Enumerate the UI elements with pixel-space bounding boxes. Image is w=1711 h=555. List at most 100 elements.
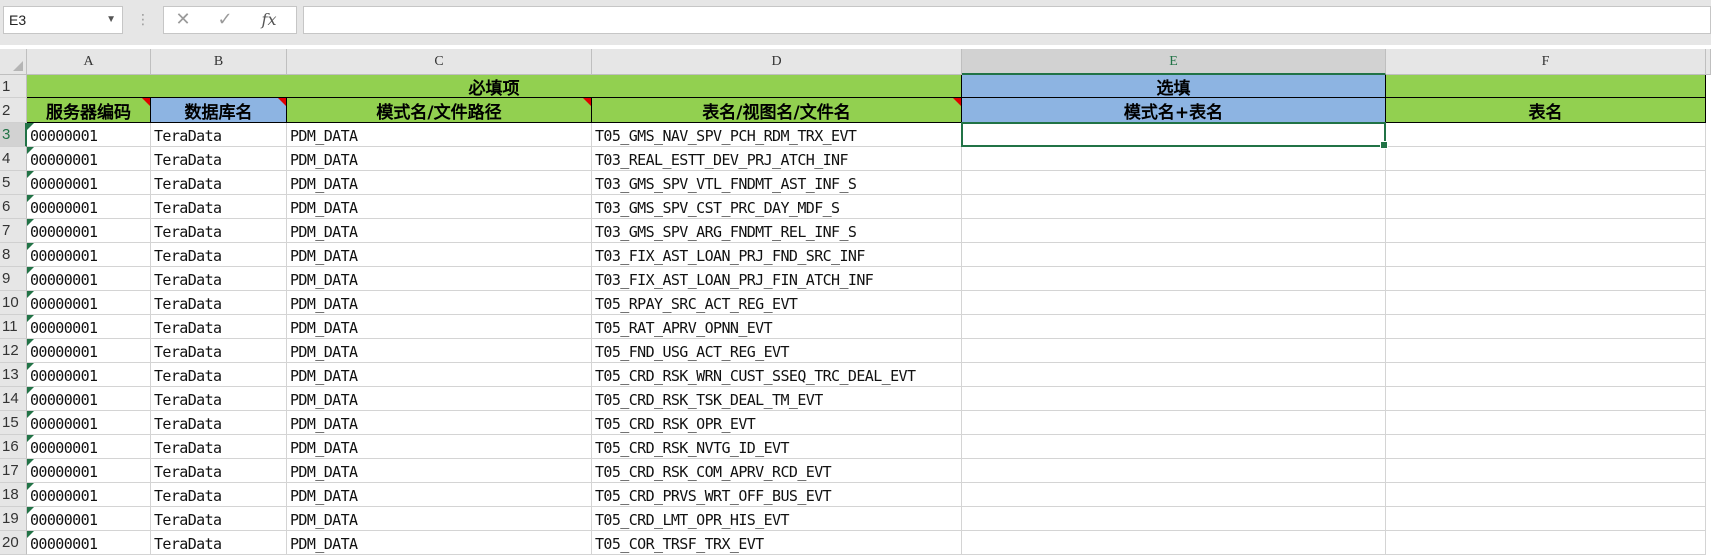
- cell-b[interactable]: TeraData: [151, 411, 287, 435]
- cell-empty[interactable]: [962, 435, 1386, 459]
- header-cell-f1[interactable]: [1386, 75, 1706, 98]
- cell-a[interactable]: 00000001: [27, 339, 151, 363]
- cell-c[interactable]: PDM_DATA: [287, 195, 592, 219]
- cell-c[interactable]: PDM_DATA: [287, 123, 592, 147]
- cell-b[interactable]: TeraData: [151, 531, 287, 555]
- cell-d[interactable]: T05_CRD_RSK_NVTG_ID_EVT: [592, 435, 962, 459]
- row-header[interactable]: 3: [0, 123, 27, 147]
- cell-d[interactable]: T03_GMS_SPV_VTL_FNDMT_AST_INF_S: [592, 171, 962, 195]
- cell-b[interactable]: TeraData: [151, 147, 287, 171]
- row-header[interactable]: 5: [0, 171, 27, 195]
- cell-b[interactable]: TeraData: [151, 339, 287, 363]
- row-header[interactable]: 11: [0, 315, 27, 339]
- check-icon[interactable]: ✓: [210, 7, 240, 33]
- row-header[interactable]: 16: [0, 435, 27, 459]
- cell-a[interactable]: 00000001: [27, 483, 151, 507]
- cell-d[interactable]: T05_CRD_LMT_OPR_HIS_EVT: [592, 507, 962, 531]
- column-title-table-name[interactable]: 表名/视图名/文件名: [592, 98, 962, 123]
- close-icon[interactable]: ✕: [168, 7, 198, 33]
- row-header[interactable]: 9: [0, 267, 27, 291]
- row-header[interactable]: 4: [0, 147, 27, 171]
- row-header[interactable]: 6: [0, 195, 27, 219]
- cell-b[interactable]: TeraData: [151, 315, 287, 339]
- cell-b[interactable]: TeraData: [151, 291, 287, 315]
- cell-empty[interactable]: [962, 531, 1386, 555]
- cell-empty[interactable]: [962, 507, 1386, 531]
- cell-a[interactable]: 00000001: [27, 507, 151, 531]
- row-header[interactable]: 10: [0, 291, 27, 315]
- column-title-schema-table[interactable]: 模式名+表名: [962, 98, 1386, 123]
- cell-empty[interactable]: [1386, 363, 1706, 387]
- cell-empty[interactable]: [1386, 459, 1706, 483]
- column-title-db-name[interactable]: 数据库名: [151, 98, 287, 123]
- cell-a[interactable]: 00000001: [27, 387, 151, 411]
- cell-b[interactable]: TeraData: [151, 483, 287, 507]
- chevron-down-icon[interactable]: ▼: [106, 7, 116, 33]
- cell-a[interactable]: 00000001: [27, 219, 151, 243]
- function-icon[interactable]: fx: [254, 7, 284, 33]
- cell-b[interactable]: TeraData: [151, 387, 287, 411]
- cell-c[interactable]: PDM_DATA: [287, 507, 592, 531]
- cell-empty[interactable]: [962, 123, 1386, 147]
- cell-a[interactable]: 00000001: [27, 243, 151, 267]
- cell-b[interactable]: TeraData: [151, 435, 287, 459]
- cell-empty[interactable]: [962, 315, 1386, 339]
- cell-empty[interactable]: [962, 171, 1386, 195]
- cell-c[interactable]: PDM_DATA: [287, 171, 592, 195]
- cell-b[interactable]: TeraData: [151, 243, 287, 267]
- cell-empty[interactable]: [962, 459, 1386, 483]
- cell-c[interactable]: PDM_DATA: [287, 435, 592, 459]
- cell-empty[interactable]: [962, 219, 1386, 243]
- cell-d[interactable]: T05_CRD_RSK_WRN_CUST_SSEQ_TRC_DEAL_EVT: [592, 363, 962, 387]
- column-title-server-code[interactable]: 服务器编码: [27, 98, 151, 123]
- row-header[interactable]: 12: [0, 339, 27, 363]
- cell-empty[interactable]: [1386, 435, 1706, 459]
- row-header[interactable]: 17: [0, 459, 27, 483]
- cell-empty[interactable]: [1386, 339, 1706, 363]
- row-header[interactable]: 7: [0, 219, 27, 243]
- cell-empty[interactable]: [962, 411, 1386, 435]
- row-header[interactable]: 20: [0, 531, 27, 555]
- cell-d[interactable]: T05_RPAY_SRC_ACT_REG_EVT: [592, 291, 962, 315]
- cell-d[interactable]: T03_FIX_AST_LOAN_PRJ_FIN_ATCH_INF: [592, 267, 962, 291]
- cell-d[interactable]: T03_GMS_SPV_ARG_FNDMT_REL_INF_S: [592, 219, 962, 243]
- cell-a[interactable]: 00000001: [27, 147, 151, 171]
- cell-empty[interactable]: [1386, 147, 1706, 171]
- cell-a[interactable]: 00000001: [27, 411, 151, 435]
- column-header-f[interactable]: F: [1386, 49, 1706, 75]
- row-header[interactable]: 8: [0, 243, 27, 267]
- cell-d[interactable]: T05_CRD_RSK_COM_APRV_RCD_EVT: [592, 459, 962, 483]
- row-header[interactable]: 1: [0, 75, 27, 98]
- cell-b[interactable]: TeraData: [151, 123, 287, 147]
- cell-empty[interactable]: [962, 267, 1386, 291]
- optional-fields-header[interactable]: 选填: [962, 75, 1386, 98]
- cell-d[interactable]: T05_RAT_APRV_OPNN_EVT: [592, 315, 962, 339]
- name-box[interactable]: E3 ▼: [3, 6, 123, 34]
- cell-empty[interactable]: [1386, 267, 1706, 291]
- cell-a[interactable]: 00000001: [27, 195, 151, 219]
- required-fields-header[interactable]: 必填项: [27, 75, 962, 98]
- cell-empty[interactable]: [1386, 243, 1706, 267]
- row-header[interactable]: 18: [0, 483, 27, 507]
- cell-empty[interactable]: [1386, 123, 1706, 147]
- cell-c[interactable]: PDM_DATA: [287, 219, 592, 243]
- cell-a[interactable]: 00000001: [27, 171, 151, 195]
- formula-input[interactable]: [303, 6, 1711, 34]
- cell-b[interactable]: TeraData: [151, 267, 287, 291]
- cell-empty[interactable]: [1386, 171, 1706, 195]
- cell-empty[interactable]: [1386, 483, 1706, 507]
- column-header-a[interactable]: A: [27, 49, 151, 75]
- cell-d[interactable]: T05_COR_TRSF_TRX_EVT: [592, 531, 962, 555]
- cell-d[interactable]: T05_CRD_RSK_TSK_DEAL_TM_EVT: [592, 387, 962, 411]
- cell-d[interactable]: T05_CRD_RSK_OPR_EVT: [592, 411, 962, 435]
- cell-c[interactable]: PDM_DATA: [287, 339, 592, 363]
- cell-a[interactable]: 00000001: [27, 435, 151, 459]
- cell-b[interactable]: TeraData: [151, 363, 287, 387]
- cell-empty[interactable]: [962, 483, 1386, 507]
- column-header-c[interactable]: C: [287, 49, 592, 75]
- cell-empty[interactable]: [1386, 291, 1706, 315]
- cell-a[interactable]: 00000001: [27, 459, 151, 483]
- cell-a[interactable]: 00000001: [27, 531, 151, 555]
- cell-d[interactable]: T03_GMS_SPV_CST_PRC_DAY_MDF_S: [592, 195, 962, 219]
- cell-empty[interactable]: [962, 195, 1386, 219]
